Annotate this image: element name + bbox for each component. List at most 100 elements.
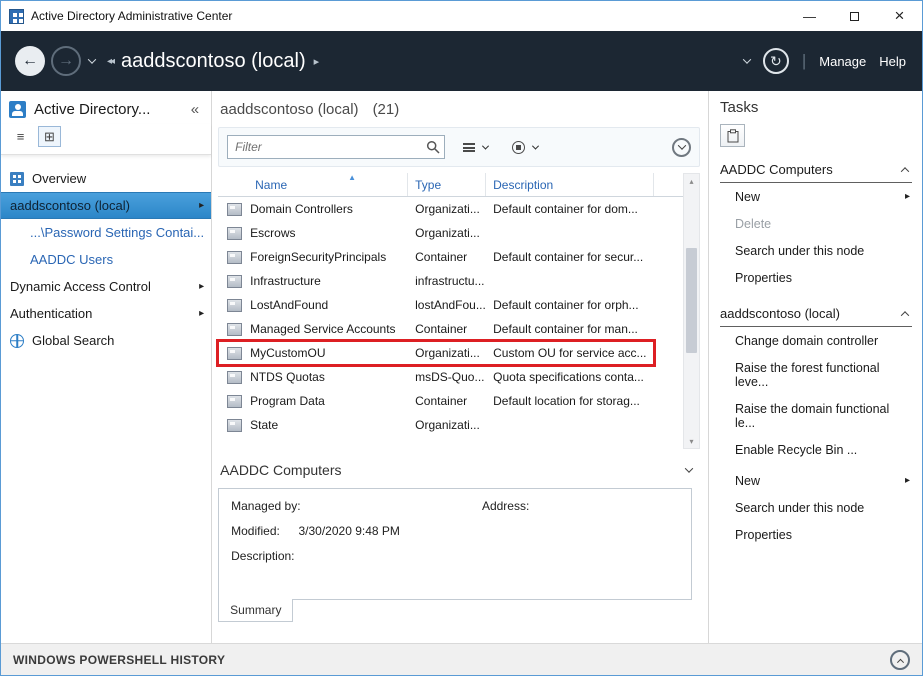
refresh-button[interactable]: ↻ — [763, 48, 789, 74]
submenu-arrow-icon[interactable]: ▸ — [199, 200, 204, 211]
close-button[interactable]: × — [877, 1, 922, 31]
nav-right-group: ↻ | Manage Help — [744, 48, 906, 74]
vertical-scrollbar[interactable]: ▴ ▾ — [683, 173, 700, 449]
task-properties[interactable]: Properties — [720, 264, 912, 291]
table-row[interactable]: NTDS Quotas msDS-Quo... Quota specificat… — [218, 365, 654, 389]
row-type: Container — [408, 250, 486, 264]
sidebar-item-global-search[interactable]: Global Search — [1, 327, 211, 354]
tasks-clipboard-button[interactable] — [720, 124, 745, 147]
task-search-under-node[interactable]: Search under this node — [720, 494, 912, 521]
sidebar-item-dynamic-access-control[interactable]: Dynamic Access Control ▸ — [1, 273, 211, 300]
help-menu[interactable]: Help — [879, 54, 906, 69]
manage-menu[interactable]: Manage — [819, 54, 866, 69]
filter-input[interactable] — [227, 135, 445, 159]
submenu-arrow-icon[interactable]: ▸ — [199, 281, 204, 292]
table-row[interactable]: Infrastructure infrastructu... — [218, 269, 654, 293]
scroll-up-icon[interactable]: ▴ — [684, 174, 699, 188]
summary-tab[interactable]: Summary — [218, 599, 293, 622]
container-icon — [227, 395, 242, 408]
sidebar-item-password-settings[interactable]: ...\Password Settings Contai... — [1, 219, 211, 246]
task-properties[interactable]: Properties — [720, 521, 912, 548]
container-icon — [227, 299, 242, 312]
detail-section-header[interactable]: AADDC Computers — [218, 457, 700, 482]
search-icon[interactable] — [426, 140, 440, 154]
sidebar-item-authentication[interactable]: Authentication ▸ — [1, 300, 211, 327]
task-raise-forest-functional-level[interactable]: Raise the forest functional leve... — [720, 354, 912, 395]
task-new[interactable]: New ▸ — [720, 183, 912, 210]
row-description: Default location for storag... — [486, 394, 654, 408]
scrollbar-track[interactable] — [684, 188, 699, 434]
sidebar-item-aaddscontoso[interactable]: aaddscontoso (local) ▸ — [1, 192, 211, 219]
window-controls: — × — [787, 1, 922, 31]
sidebar-items: Overview aaddscontoso (local) ▸ ...\Pass… — [1, 155, 211, 354]
task-new[interactable]: New ▸ — [720, 467, 912, 494]
scrollbar-thumb[interactable] — [686, 248, 697, 353]
save-query-button[interactable] — [506, 137, 544, 158]
powershell-history-bar[interactable]: WINDOWS POWERSHELL HISTORY — [1, 643, 922, 675]
task-label: Raise the forest functional leve... — [735, 361, 910, 389]
globe-icon — [10, 334, 24, 348]
nav-divider: | — [802, 51, 806, 71]
nav-dropdown-chevron-icon[interactable] — [743, 55, 751, 63]
item-count: (21) — [373, 101, 400, 118]
sidebar-item-overview[interactable]: Overview — [1, 165, 211, 192]
breadcrumb[interactable]: aaddscontoso (local) — [121, 50, 306, 73]
overview-icon — [10, 172, 24, 186]
window-title: Active Directory Administrative Center — [31, 9, 787, 23]
view-options-button[interactable] — [457, 139, 494, 156]
task-enable-recycle-bin[interactable]: Enable Recycle Bin ... — [720, 436, 912, 463]
title-bar: Active Directory Administrative Center —… — [1, 1, 922, 31]
back-button[interactable]: ← — [15, 46, 45, 76]
column-header-name[interactable]: Name — [218, 173, 408, 196]
chevron-up-icon[interactable] — [901, 311, 909, 319]
table-row[interactable]: Managed Service Accounts Container Defau… — [218, 317, 654, 341]
submenu-arrow-icon[interactable]: ▸ — [199, 308, 204, 319]
table-row[interactable]: LostAndFound lostAndFou... Default conta… — [218, 293, 654, 317]
sidebar-item-aaddc-users[interactable]: AADDC Users — [1, 246, 211, 273]
row-type: infrastructu... — [408, 274, 486, 288]
task-label: Raise the domain functional le... — [735, 402, 910, 430]
breadcrumb-chevrons-icon[interactable]: ◂◂ — [107, 56, 113, 67]
chevron-down-icon — [677, 141, 685, 149]
sidebar-item-label: Authentication — [10, 306, 92, 321]
sidebar-item-label: aaddscontoso (local) — [10, 198, 130, 213]
maximize-button[interactable] — [832, 1, 877, 31]
forward-button[interactable]: → — [51, 46, 81, 76]
nav-history-chevron-icon[interactable] — [88, 55, 96, 63]
task-section-aaddc-computers[interactable]: AADDC Computers — [720, 158, 912, 183]
table-row-mycustomou-highlighted[interactable]: MyCustomOU Organizati... Custom OU for s… — [218, 341, 654, 365]
expand-query-button[interactable] — [672, 138, 691, 157]
task-change-domain-controller[interactable]: Change domain controller — [720, 327, 912, 354]
list-view-icon[interactable]: ≡ — [9, 126, 32, 147]
container-icon — [227, 251, 242, 264]
content-title: aaddscontoso (local) — [220, 101, 358, 118]
tree-view-icon[interactable]: ⊞ — [38, 126, 61, 147]
filter-toolbar — [218, 127, 700, 167]
expand-history-button[interactable] — [890, 650, 910, 670]
column-header-description[interactable]: Description — [486, 173, 654, 196]
table-header: ▲ Name Type Description — [218, 173, 683, 197]
sidebar-collapse-button[interactable]: « — [187, 101, 203, 118]
scroll-down-icon[interactable]: ▾ — [684, 434, 699, 448]
chevron-down-icon[interactable] — [685, 464, 693, 472]
breadcrumb-arrow-icon[interactable]: ▸ — [314, 55, 320, 68]
row-description: Default container for man... — [486, 322, 654, 336]
minimize-button[interactable]: — — [787, 1, 832, 31]
column-header-type[interactable]: Type — [408, 173, 486, 196]
sort-ascending-icon[interactable]: ▲ — [348, 173, 356, 182]
row-description: Custom OU for service acc... — [486, 346, 654, 360]
table-row[interactable]: Escrows Organizati... — [218, 221, 654, 245]
table-row[interactable]: State Organizati... — [218, 413, 654, 437]
table-row[interactable]: Program Data Container Default location … — [218, 389, 654, 413]
task-raise-domain-functional-level[interactable]: Raise the domain functional le... — [720, 395, 912, 436]
save-query-icon — [512, 141, 525, 154]
row-type: lostAndFou... — [408, 298, 486, 312]
task-label: New — [735, 474, 760, 488]
ou-icon — [227, 419, 242, 432]
table-row[interactable]: ForeignSecurityPrincipals Container Defa… — [218, 245, 654, 269]
chevron-up-icon[interactable] — [901, 167, 909, 175]
task-search-under-node[interactable]: Search under this node — [720, 237, 912, 264]
task-section-aaddscontoso[interactable]: aaddscontoso (local) — [720, 302, 912, 327]
tasks-pane: Tasks AADDC Computers New ▸ Delete Searc… — [708, 91, 922, 643]
table-row[interactable]: Domain Controllers Organizati... Default… — [218, 197, 654, 221]
